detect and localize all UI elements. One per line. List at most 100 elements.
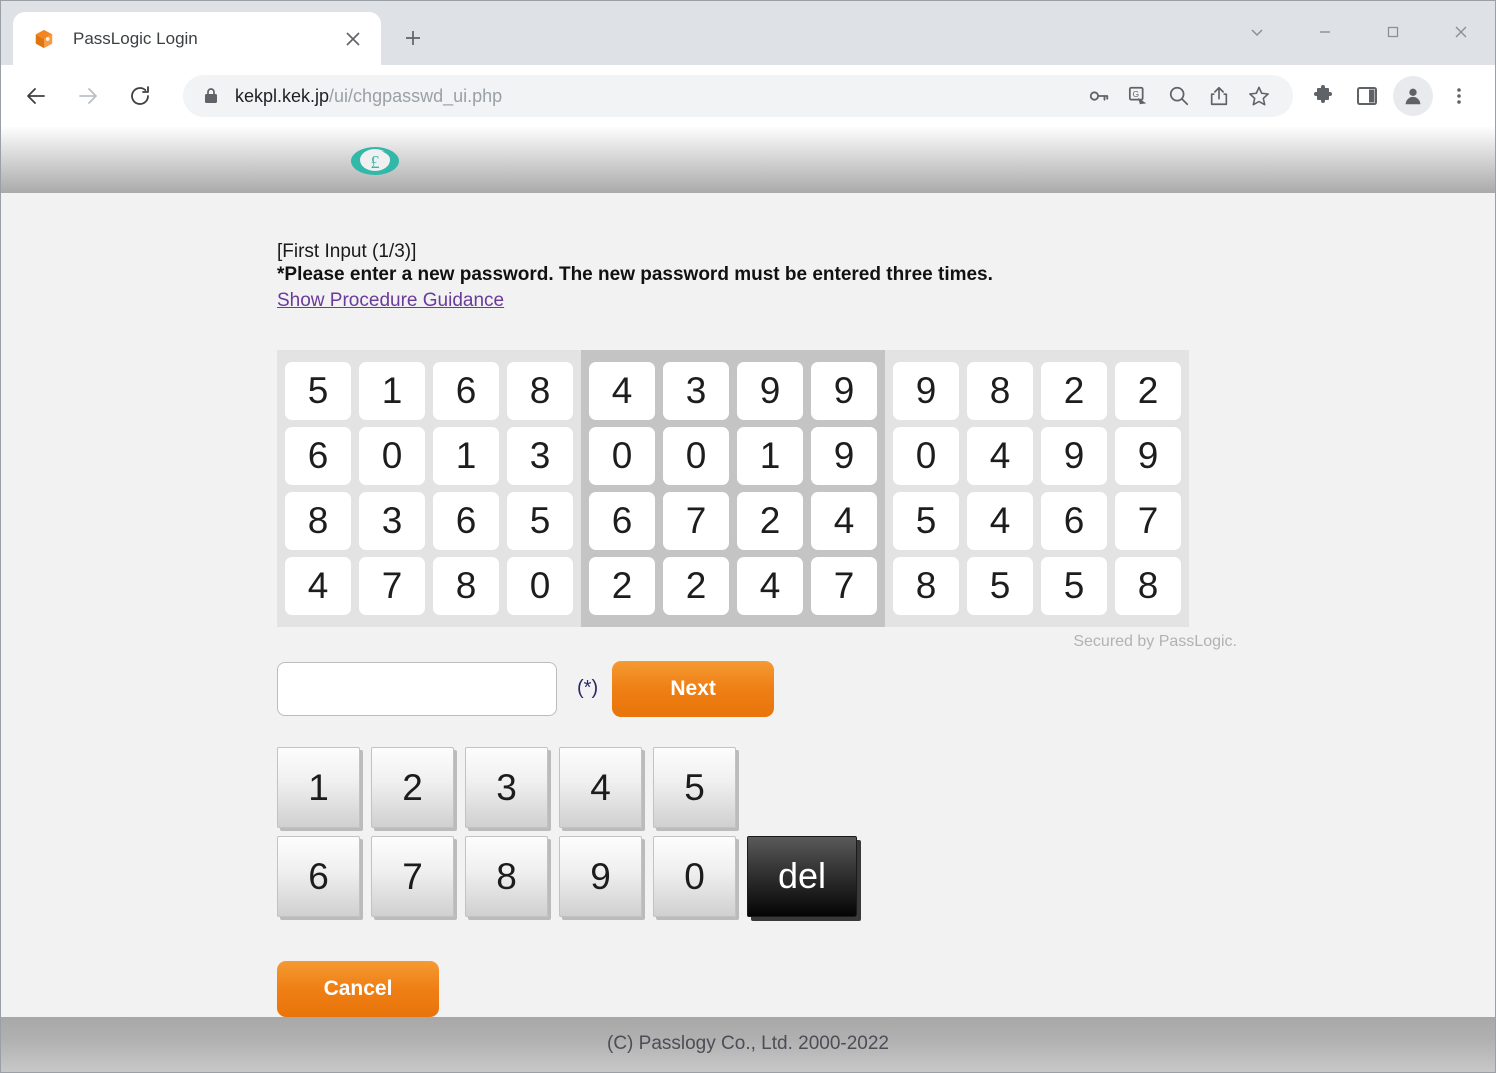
- matrix-cell: 4: [967, 492, 1033, 550]
- share-icon[interactable]: [1199, 76, 1239, 116]
- password-input[interactable]: [277, 662, 557, 716]
- matrix-cell: 0: [589, 427, 655, 485]
- keypad-row-1: 12345: [277, 747, 1495, 828]
- window-controls: [1223, 1, 1495, 63]
- matrix-cell: 9: [893, 362, 959, 420]
- matrix-cell: 8: [285, 492, 351, 550]
- close-icon[interactable]: [339, 25, 367, 53]
- matrix-cell: 0: [507, 557, 573, 615]
- matrix-cell: 6: [1041, 492, 1107, 550]
- matrix-cell: 5: [967, 557, 1033, 615]
- keypad-key-6[interactable]: 6: [277, 836, 360, 917]
- matrix-cell: 2: [663, 557, 729, 615]
- window-close-icon[interactable]: [1427, 1, 1495, 63]
- matrix-cell: 4: [737, 557, 803, 615]
- keypad-row-2: 67890del: [277, 836, 1495, 917]
- address-bar[interactable]: kekpl.kek.jp/ui/chgpasswd_ui.php G: [183, 75, 1293, 117]
- site-footer: (C) Passlogy Co., Ltd. 2000-2022: [1, 1017, 1495, 1072]
- tab-strip: PassLogic Login: [1, 1, 1495, 65]
- keypad-key-9[interactable]: 9: [559, 836, 642, 917]
- keypad-delete-key[interactable]: del: [747, 836, 857, 917]
- matrix-cell: 7: [359, 557, 425, 615]
- matrix-panel-2: 4399001967242247: [581, 350, 885, 627]
- cancel-button[interactable]: Cancel: [277, 961, 439, 1017]
- keypad-key-1[interactable]: 1: [277, 747, 360, 828]
- side-panel-icon[interactable]: [1345, 74, 1389, 118]
- step-label: [First Input (1/3)]: [277, 241, 1495, 263]
- minimize-icon[interactable]: [1291, 1, 1359, 63]
- password-matrix: 5168601383654780439900196724224798220499…: [277, 350, 1237, 627]
- reload-icon[interactable]: [119, 75, 161, 117]
- page-body: [First Input (1/3)] *Please enter a new …: [1, 193, 1495, 1017]
- matrix-cell: 5: [893, 492, 959, 550]
- forward-arrow-icon[interactable]: [67, 75, 109, 117]
- chevron-down-icon[interactable]: [1223, 1, 1291, 63]
- matrix-cell: 7: [1115, 492, 1181, 550]
- keypad-key-3[interactable]: 3: [465, 747, 548, 828]
- matrix-cell: 8: [433, 557, 499, 615]
- key-icon[interactable]: [1079, 76, 1119, 116]
- matrix-cell: 6: [433, 362, 499, 420]
- keypad-key-5[interactable]: 5: [653, 747, 736, 828]
- matrix-cell: 4: [285, 557, 351, 615]
- back-arrow-icon[interactable]: [15, 75, 57, 117]
- matrix-cell: 6: [589, 492, 655, 550]
- matrix-cell: 9: [811, 427, 877, 485]
- matrix-cell: 0: [893, 427, 959, 485]
- matrix-cell: 0: [359, 427, 425, 485]
- page-viewport: £ [First Input (1/3)] *Please enter a ne…: [1, 127, 1495, 1072]
- matrix-cell: 3: [507, 427, 573, 485]
- matrix-cell: 8: [1115, 557, 1181, 615]
- orange-cube-icon: [33, 28, 55, 50]
- person-icon[interactable]: [1393, 76, 1433, 116]
- browser-tab[interactable]: PassLogic Login: [13, 12, 381, 65]
- matrix-cell: 9: [811, 362, 877, 420]
- matrix-cell: 2: [1041, 362, 1107, 420]
- show-procedure-guidance-link[interactable]: Show Procedure Guidance: [277, 290, 504, 312]
- star-icon[interactable]: [1239, 76, 1279, 116]
- secured-by-label: Secured by PassLogic.: [277, 633, 1237, 651]
- page-content: [First Input (1/3)] *Please enter a new …: [1, 241, 1495, 1017]
- matrix-panel-1: 5168601383654780: [277, 350, 581, 627]
- matrix-cell: 3: [359, 492, 425, 550]
- numeric-keypad: 12345 67890del: [277, 747, 1495, 917]
- three-dot-menu-icon[interactable]: [1437, 74, 1481, 118]
- keypad-key-7[interactable]: 7: [371, 836, 454, 917]
- required-marker: (*): [577, 677, 598, 700]
- translate-icon[interactable]: G: [1119, 76, 1159, 116]
- url-text: kekpl.kek.jp/ui/chgpasswd_ui.php: [235, 86, 1079, 107]
- matrix-cell: 1: [737, 427, 803, 485]
- matrix-cell: 8: [967, 362, 1033, 420]
- matrix-cell: 2: [589, 557, 655, 615]
- instruction-text: *Please enter a new password. The new pa…: [277, 263, 1495, 288]
- matrix-cell: 4: [811, 492, 877, 550]
- tab-title: PassLogic Login: [73, 29, 339, 49]
- keypad-key-4[interactable]: 4: [559, 747, 642, 828]
- maximize-icon[interactable]: [1359, 1, 1427, 63]
- lock-icon: [203, 87, 219, 105]
- matrix-cell: 6: [285, 427, 351, 485]
- site-header: £: [1, 127, 1495, 193]
- keypad-key-8[interactable]: 8: [465, 836, 548, 917]
- svg-text:G: G: [1133, 90, 1139, 99]
- keypad-key-0[interactable]: 0: [653, 836, 736, 917]
- matrix-cell: 7: [811, 557, 877, 615]
- url-path: /ui/chgpasswd_ui.php: [329, 86, 502, 106]
- matrix-panel-3: 9822049954678558: [885, 350, 1189, 627]
- keypad-key-2[interactable]: 2: [371, 747, 454, 828]
- matrix-cell: 9: [1115, 427, 1181, 485]
- omnibox-actions: G: [1079, 76, 1279, 116]
- matrix-cell: 5: [507, 492, 573, 550]
- zoom-out-icon[interactable]: [1159, 76, 1199, 116]
- matrix-cell: 9: [1041, 427, 1107, 485]
- matrix-cell: 9: [737, 362, 803, 420]
- next-button[interactable]: Next: [612, 661, 774, 717]
- matrix-cell: 8: [507, 362, 573, 420]
- matrix-cell: 7: [663, 492, 729, 550]
- plus-icon[interactable]: [393, 18, 433, 58]
- url-domain: kekpl.kek.jp: [235, 86, 329, 106]
- matrix-cell: 5: [1041, 557, 1107, 615]
- browser-window: PassLogic Login: [0, 0, 1496, 1073]
- puzzle-icon[interactable]: [1301, 74, 1345, 118]
- input-row: (*) Next: [277, 661, 1495, 717]
